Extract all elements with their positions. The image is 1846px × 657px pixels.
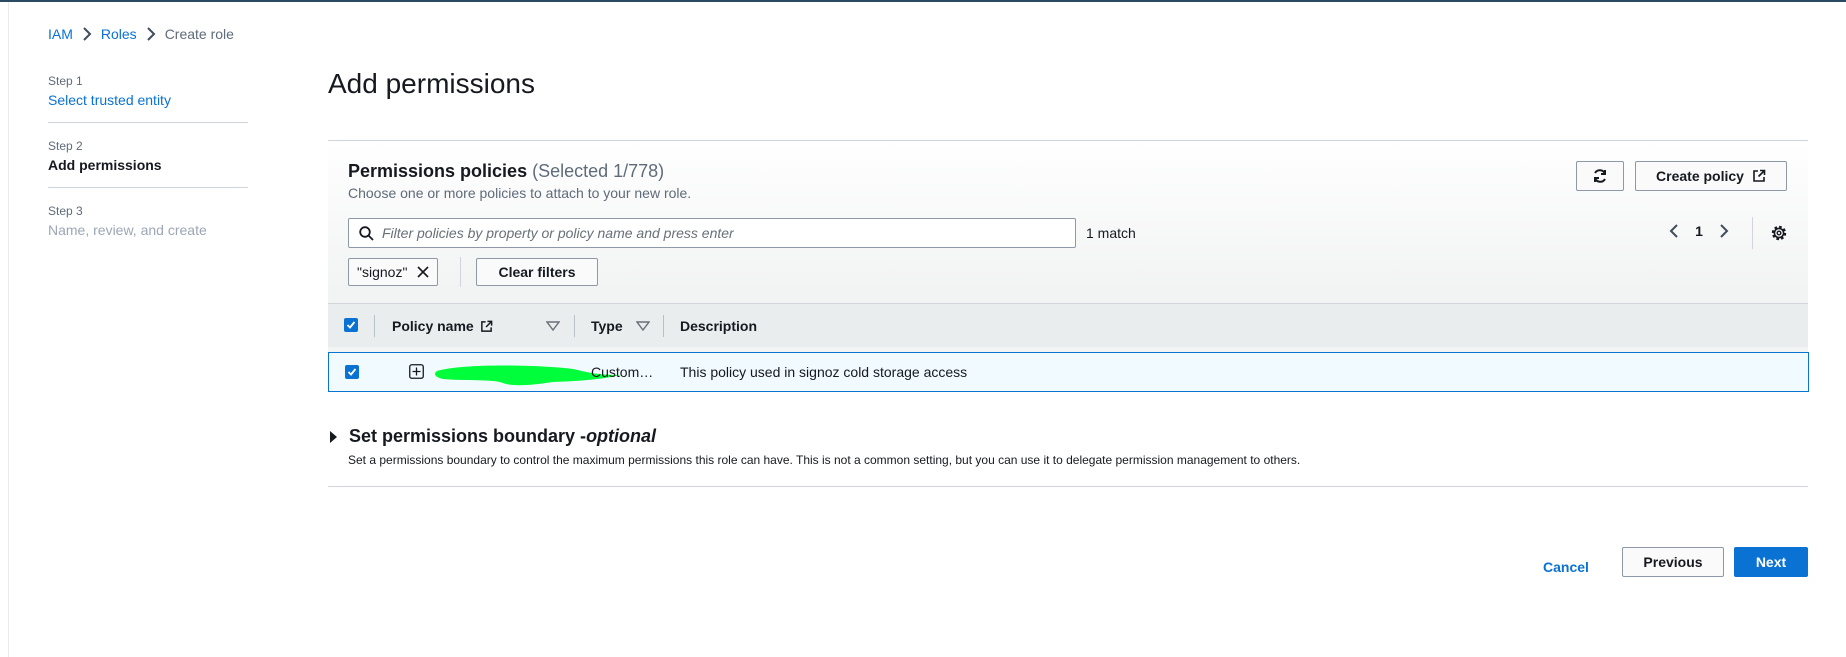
page-title: Add permissions [328,68,535,99]
column-type[interactable]: Type [591,318,623,334]
step-number: Step 3 [48,204,83,218]
table-row[interactable]: Custom… This policy used in signoz cold … [328,352,1809,392]
filter-token: "signoz" [348,258,439,286]
next-page-icon[interactable] [1713,223,1735,239]
next-button[interactable]: Next [1734,547,1808,577]
breadcrumb-iam[interactable]: IAM [48,26,73,42]
search-icon [359,225,374,241]
match-count: 1 match [1086,225,1136,241]
previous-button[interactable]: Previous [1622,547,1724,577]
top-border [0,0,1846,2]
chevron-right-icon [73,27,101,41]
row-checkbox[interactable] [345,365,359,379]
filter-policies-input[interactable] [382,225,1062,241]
create-policy-button[interactable]: Create policy [1635,161,1787,191]
gear-icon[interactable] [1770,224,1788,242]
refresh-button[interactable] [1576,161,1624,191]
breadcrumb-current: Create role [164,26,234,42]
boundary-description: Set a permissions boundary to control th… [348,453,1301,467]
selected-count: (Selected 1/778) [532,161,665,181]
divider [1752,217,1753,249]
step-current-add-permissions: Add permissions [48,157,162,173]
column-description: Description [680,318,758,334]
breadcrumb-roles[interactable]: Roles [101,26,137,42]
step-number: Step 1 [48,74,83,88]
step-2: Step 2 Add permissions [48,139,248,188]
previous-page-icon[interactable] [1663,223,1685,239]
breadcrumb: IAM Roles Create role [48,26,234,42]
panel-title: Permissions policies (Selected 1/778) [348,161,664,182]
divider [663,315,664,337]
external-link-icon [1752,169,1766,183]
sort-down-icon[interactable] [636,321,650,331]
policy-description: This policy used in signoz cold storage … [680,364,968,380]
permissions-boundary-section: Set permissions boundary - optional Set … [328,426,1808,467]
boundary-optional: optional [586,426,657,446]
divider [328,486,1808,487]
clear-filters-button[interactable]: Clear filters [476,258,598,286]
chevron-right-icon [137,27,165,41]
sort-down-icon[interactable] [546,321,560,331]
select-all-checkbox[interactable] [344,318,358,332]
step-link-select-trusted-entity[interactable]: Select trusted entity [48,92,248,108]
policy-type: Custom… [591,364,654,380]
filter-token-label: "signoz" [357,264,408,280]
panel-description: Choose one or more policies to attach to… [348,185,692,201]
caret-right-icon [330,430,337,443]
expand-icon[interactable] [409,364,424,379]
column-policy-name[interactable]: Policy name [392,318,493,334]
pagination: 1 [1663,223,1735,239]
boundary-title: Set permissions boundary - [349,426,587,446]
step-name-review-create: Name, review, and create [48,222,207,238]
create-policy-label: Create policy [1656,168,1744,184]
permissions-boundary-toggle[interactable]: Set permissions boundary - optional [328,426,1808,447]
left-border [8,2,9,657]
divider [460,257,461,287]
divider [374,315,375,337]
refresh-icon [1592,168,1608,184]
wizard-steps: Step 1 Select trusted entity Step 2 Add … [48,74,248,268]
step-3: Step 3 Name, review, and create [48,204,248,252]
filter-search-box [348,218,1076,248]
external-link-icon [480,320,493,333]
current-page[interactable]: 1 [1685,223,1713,239]
column-label: Policy name [392,318,474,334]
divider [574,315,575,337]
step-1: Step 1 Select trusted entity [48,74,248,123]
cancel-button[interactable]: Cancel [1530,552,1602,582]
close-icon[interactable] [417,266,429,278]
panel-title-text: Permissions policies [348,161,528,181]
step-number: Step 2 [48,139,83,153]
